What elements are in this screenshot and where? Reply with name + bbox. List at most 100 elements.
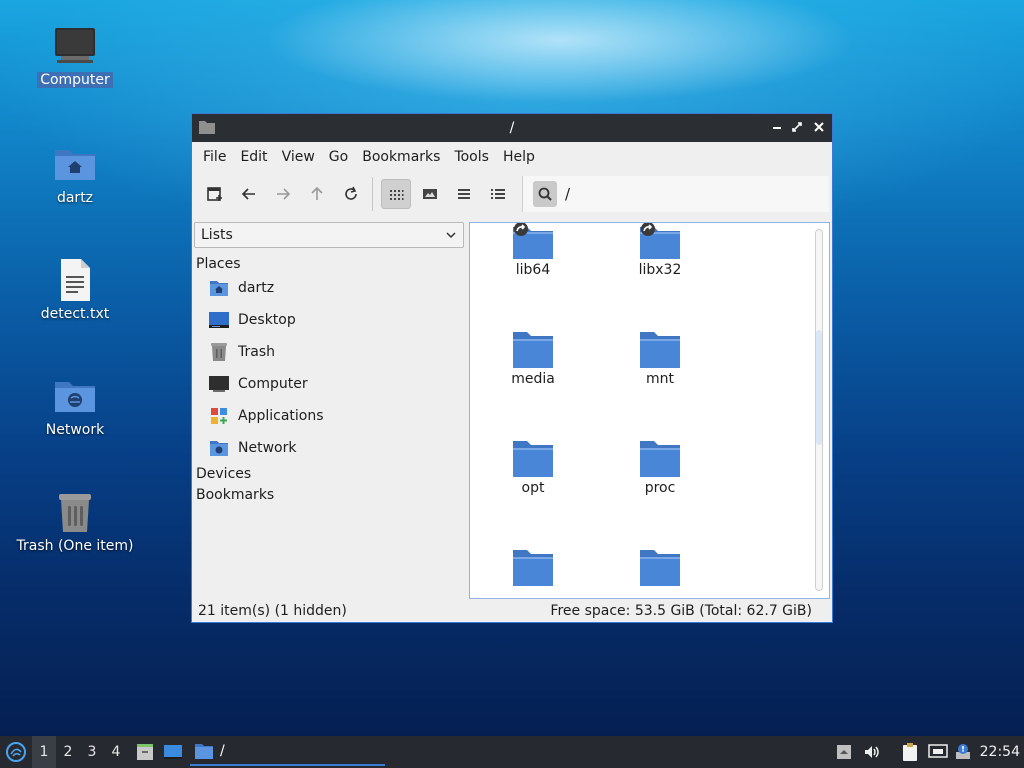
- menu-bar: File Edit View Go Bookmarks Tools Help: [192, 142, 832, 172]
- workspace-2[interactable]: 2: [56, 736, 80, 768]
- file-label: opt: [521, 480, 545, 496]
- workspace-4[interactable]: 4: [104, 736, 128, 768]
- side-pane-mode-select[interactable]: Lists: [194, 222, 464, 248]
- forward-button[interactable]: [268, 179, 298, 209]
- folder-symlink-icon: [513, 223, 553, 259]
- file-item[interactable]: [478, 548, 588, 589]
- workspace-3[interactable]: 3: [80, 736, 104, 768]
- desktop-icon-label: Trash (One item): [16, 538, 134, 554]
- file-label: media: [511, 371, 555, 387]
- desktop: Computer dartz detect.txt Network Trash …: [0, 0, 1024, 736]
- file-manager-launcher[interactable]: [132, 736, 158, 768]
- folder-icon: [513, 550, 553, 586]
- toolbar-separator: [372, 177, 373, 211]
- folder-icon: [640, 332, 680, 368]
- desktop-icon-trash[interactable]: Trash (One item): [10, 488, 140, 554]
- new-tab-button[interactable]: [200, 179, 230, 209]
- up-button[interactable]: [302, 179, 332, 209]
- compact-view-button[interactable]: [449, 179, 479, 209]
- back-button[interactable]: [234, 179, 264, 209]
- show-desktop-button[interactable]: [160, 736, 186, 768]
- menu-tools[interactable]: Tools: [447, 149, 496, 165]
- place-item-desktop[interactable]: Desktop: [194, 304, 466, 336]
- detailed-list-icon: [491, 189, 505, 199]
- desktop-icon: [164, 745, 182, 759]
- close-icon[interactable]: [812, 120, 826, 134]
- menu-bookmarks[interactable]: Bookmarks: [355, 149, 447, 165]
- menu-go[interactable]: Go: [322, 149, 355, 165]
- file-item-lib64[interactable]: lib64: [478, 223, 588, 278]
- path-bar[interactable]: /: [522, 176, 829, 212]
- scrollbar-thumb[interactable]: [816, 330, 822, 445]
- file-label: proc: [644, 480, 676, 496]
- window-titlebar[interactable]: /: [192, 114, 832, 142]
- volume-button[interactable]: [860, 736, 884, 768]
- taskbar: 1 2 3 4 / 22:54: [0, 736, 1024, 768]
- minimize-icon[interactable]: [770, 120, 784, 134]
- arrow-right-icon: [277, 188, 291, 200]
- arrow-up-icon: [311, 186, 323, 200]
- path-search-button[interactable]: [533, 181, 557, 207]
- desktop-icon-dartz[interactable]: dartz: [10, 140, 140, 206]
- devices-heading[interactable]: Devices: [194, 466, 466, 482]
- image-icon: [423, 189, 437, 199]
- reload-button[interactable]: [336, 179, 366, 209]
- file-label: libx32: [638, 262, 682, 278]
- menu-edit[interactable]: Edit: [233, 149, 274, 165]
- tray-expand-button[interactable]: [834, 736, 854, 768]
- path-text[interactable]: /: [565, 185, 570, 203]
- file-item-mnt[interactable]: mnt: [605, 330, 715, 387]
- place-item-applications[interactable]: Applications: [194, 400, 466, 432]
- place-item-trash[interactable]: Trash: [194, 336, 466, 368]
- clock[interactable]: 22:54: [980, 744, 1020, 760]
- home-folder-icon: [55, 150, 95, 180]
- toolbar: /: [192, 172, 832, 216]
- side-pane-mode-value: Lists: [201, 227, 233, 243]
- menu-view[interactable]: View: [275, 149, 322, 165]
- side-pane: Lists Places dartz Desktop Trash Compute…: [194, 222, 466, 602]
- status-bar: 21 item(s) (1 hidden) Free space: 53.5 G…: [192, 600, 832, 622]
- workspace-1[interactable]: 1: [32, 736, 56, 768]
- icon-view-button[interactable]: [381, 179, 411, 209]
- window-title: /: [509, 120, 515, 136]
- arrow-left-icon: [241, 188, 255, 200]
- menu-file[interactable]: File: [196, 149, 233, 165]
- detailed-view-button[interactable]: [483, 179, 513, 209]
- place-item-computer[interactable]: Computer: [194, 368, 466, 400]
- taskbar-window-label: /: [220, 743, 225, 759]
- places-heading[interactable]: Places: [194, 256, 466, 272]
- desktop-icon-detect-txt[interactable]: detect.txt: [10, 256, 140, 322]
- network-status-button[interactable]: [926, 736, 950, 768]
- new-tab-icon: [207, 187, 222, 201]
- clipboard-button[interactable]: [898, 736, 922, 768]
- file-item-proc[interactable]: proc: [605, 439, 715, 496]
- update-notification-icon: [956, 744, 970, 759]
- file-cabinet-icon: [137, 744, 153, 760]
- maximize-icon[interactable]: [790, 120, 804, 134]
- desktop-icon-computer[interactable]: Computer: [10, 22, 140, 88]
- text-file-icon: [61, 259, 90, 301]
- trash-icon: [59, 494, 91, 532]
- file-label: mnt: [646, 371, 674, 387]
- file-item[interactable]: [605, 548, 715, 589]
- place-item-network[interactable]: Network: [194, 432, 466, 464]
- vertical-scrollbar[interactable]: [815, 229, 823, 591]
- file-item-media[interactable]: media: [478, 330, 588, 387]
- thumbnail-view-button[interactable]: [415, 179, 445, 209]
- volume-icon: [865, 746, 879, 758]
- folder-icon: [640, 441, 680, 477]
- desktop-icon-network[interactable]: Network: [10, 372, 140, 438]
- file-item-opt[interactable]: opt: [478, 439, 588, 496]
- file-item-libx32[interactable]: libx32: [605, 223, 715, 278]
- tray-up-icon: [837, 745, 851, 759]
- place-label: Applications: [238, 408, 324, 424]
- place-item-dartz[interactable]: dartz: [194, 272, 466, 304]
- folder-symlink-icon: [640, 223, 680, 259]
- notification-button[interactable]: [952, 736, 974, 768]
- bookmarks-heading[interactable]: Bookmarks: [194, 487, 466, 503]
- taskbar-window-button[interactable]: /: [190, 738, 385, 766]
- start-menu-button[interactable]: [2, 736, 30, 768]
- chevron-down-icon: [446, 232, 456, 239]
- file-icon-view[interactable]: lib64 libx32 media mnt opt proc: [469, 222, 830, 599]
- menu-help[interactable]: Help: [496, 149, 542, 165]
